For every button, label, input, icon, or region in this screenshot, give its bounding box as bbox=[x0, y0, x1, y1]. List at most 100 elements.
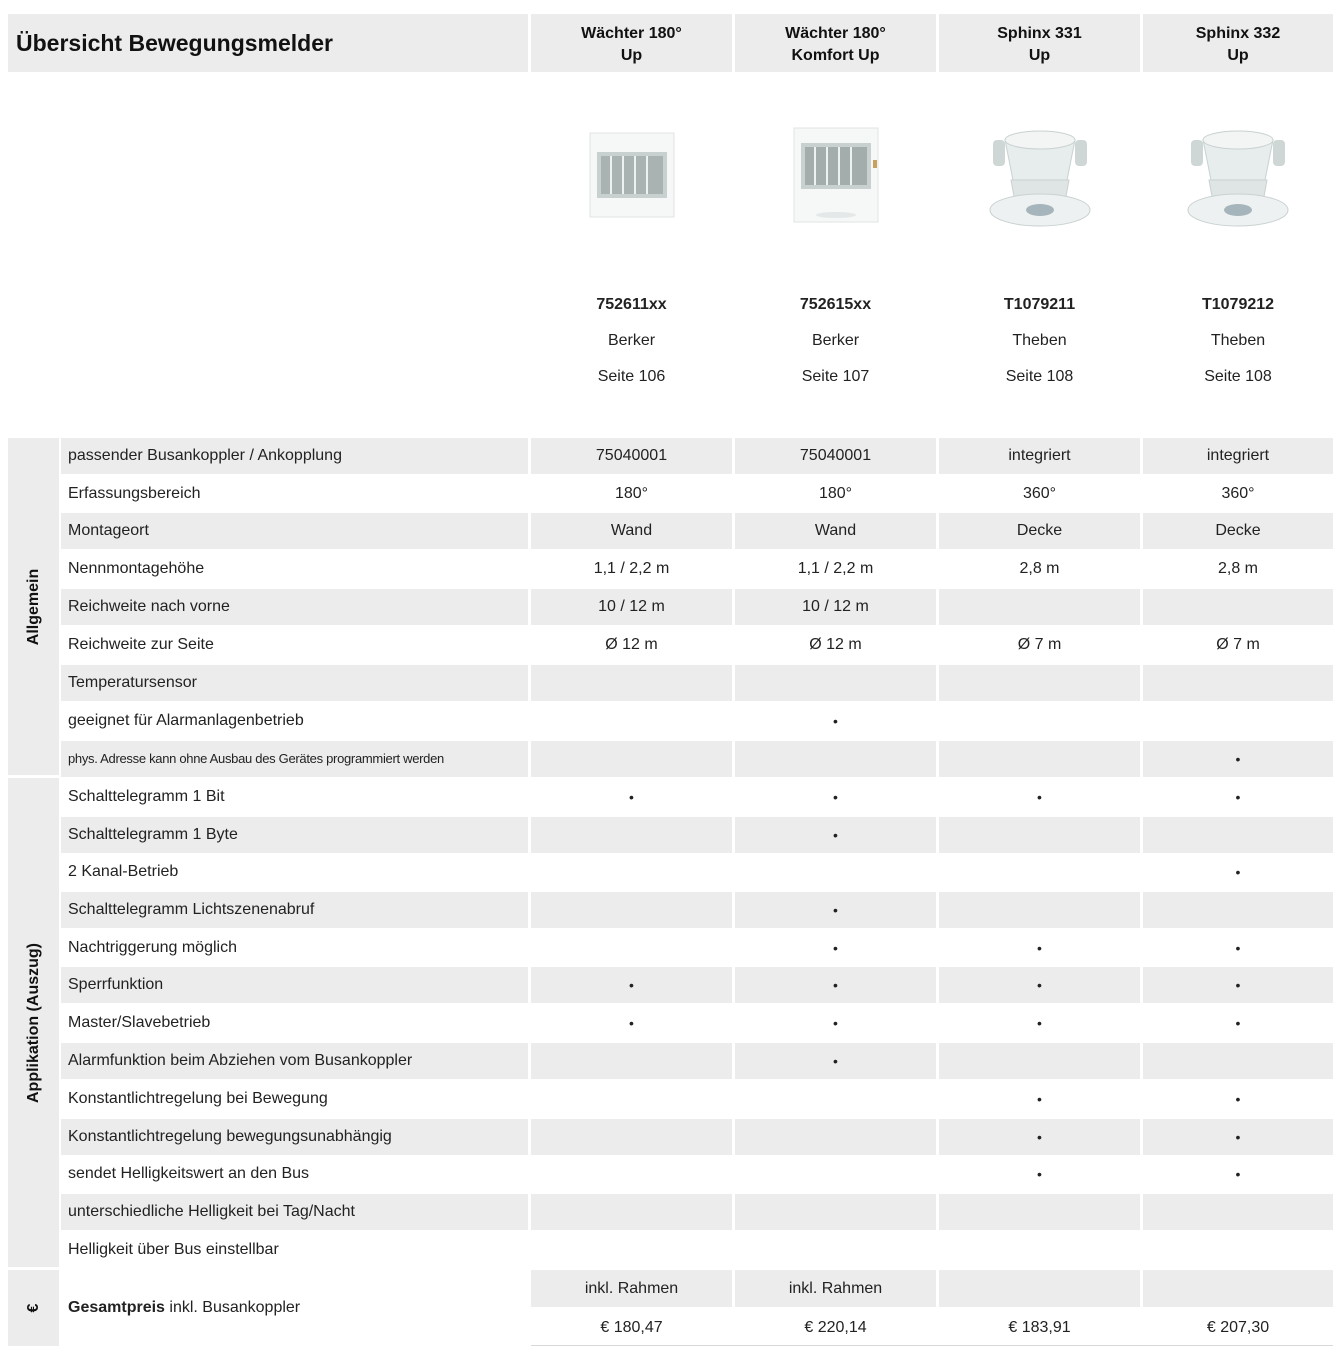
table-row: 2 Kanal-Betrieb • bbox=[61, 854, 1333, 890]
row-label: unterschiedliche Helligkeit bei Tag/Nach… bbox=[61, 1194, 528, 1230]
table-row: Nachtriggerung möglich • • • bbox=[61, 930, 1333, 966]
page-title: Übersicht Bewegungsmelder bbox=[16, 30, 333, 56]
row-value: 1,1 / 2,2 m bbox=[797, 560, 874, 577]
row-value bbox=[1143, 817, 1333, 853]
row-value bbox=[531, 1119, 732, 1155]
row-value bbox=[1143, 665, 1333, 701]
table-row: Schalttelegramm Lichtszenenabruf • bbox=[61, 892, 1333, 928]
row-value bbox=[939, 1043, 1140, 1079]
column-header-2: Wächter 180° Komfort Up bbox=[735, 14, 936, 72]
table-row: Erfassungsbereich 180° 180° 360° 360° bbox=[61, 476, 1333, 512]
row-value: 180° bbox=[818, 485, 853, 502]
row-value bbox=[939, 741, 1140, 777]
row-value bbox=[939, 665, 1140, 701]
product-name-line1: Wächter 180° bbox=[581, 25, 682, 42]
row-value bbox=[735, 854, 936, 890]
row-value: Ø 7 m bbox=[1017, 636, 1062, 653]
row-value bbox=[1143, 703, 1333, 739]
bullet-icon: • bbox=[1235, 1091, 1241, 1107]
row-label: Alarmfunktion beim Abziehen vom Busankop… bbox=[61, 1043, 528, 1079]
brand: Berker bbox=[811, 332, 860, 349]
catalog-page: Seite 107 bbox=[801, 368, 870, 385]
bullet-icon: • bbox=[833, 940, 838, 956]
product-info-1: 752611xx Berker Seite 106 bbox=[531, 296, 732, 386]
bullet-icon: • bbox=[1037, 1091, 1042, 1107]
row-value bbox=[735, 1081, 936, 1117]
row-label: Sperrfunktion bbox=[61, 967, 528, 1003]
bullet-icon: • bbox=[1037, 940, 1042, 956]
row-value: integriert bbox=[939, 438, 1140, 474]
bullet-icon: • bbox=[1235, 1166, 1241, 1182]
table-row: Schalttelegramm 1 Bit • • • • bbox=[61, 779, 1333, 815]
row-value bbox=[1143, 1194, 1333, 1230]
row-label: Montageort bbox=[61, 513, 528, 549]
section-label: Applikation (Auszug) bbox=[24, 942, 42, 1103]
table-row: unterschiedliche Helligkeit bei Tag/Nach… bbox=[61, 1194, 1333, 1230]
row-value bbox=[735, 1156, 936, 1192]
row-value bbox=[531, 665, 732, 701]
row-value: 1,1 / 2,2 m bbox=[593, 560, 670, 577]
product-name-line2: Komfort Up bbox=[791, 47, 880, 64]
column-header-1: Wächter 180° Up bbox=[531, 14, 732, 72]
bullet-icon: • bbox=[1235, 1015, 1241, 1031]
bullet-icon: • bbox=[735, 892, 936, 928]
row-value bbox=[531, 1156, 732, 1192]
row-value bbox=[939, 1194, 1140, 1230]
row-value: Ø 7 m bbox=[1216, 636, 1260, 653]
bullet-icon: • bbox=[629, 789, 634, 805]
bullet-icon: • bbox=[735, 817, 936, 853]
section-label: Allgemein bbox=[24, 568, 42, 645]
product-name-line2: Up bbox=[620, 47, 643, 64]
row-value: Decke bbox=[939, 513, 1140, 549]
row-value bbox=[1143, 589, 1333, 625]
row-value bbox=[735, 1232, 936, 1268]
row-value bbox=[531, 1081, 732, 1117]
bullet-icon: • bbox=[531, 967, 732, 1003]
row-label: Schalttelegramm Lichtszenenabruf bbox=[61, 892, 528, 928]
table-row: Helligkeit über Bus einstellbar bbox=[61, 1232, 1333, 1268]
column-header-3: Sphinx 331 Up bbox=[939, 14, 1140, 72]
row-value: Decke bbox=[1143, 513, 1333, 549]
table-row: Temperatursensor bbox=[61, 665, 1333, 701]
row-value bbox=[939, 589, 1140, 625]
row-value bbox=[735, 741, 936, 777]
bullet-icon: • bbox=[735, 967, 936, 1003]
section-allgemein: Allgemein bbox=[8, 438, 59, 775]
row-value bbox=[735, 1194, 936, 1230]
row-value: Wand bbox=[735, 513, 936, 549]
row-label: Schalttelegramm 1 Byte bbox=[61, 817, 528, 853]
row-value bbox=[531, 1194, 732, 1230]
row-value: 360° bbox=[1022, 485, 1057, 502]
section-applikation: Applikation (Auszug) bbox=[8, 778, 59, 1267]
price-label: Gesamtpreis inkl. Busankoppler bbox=[61, 1270, 528, 1346]
table-row: Schalttelegramm 1 Byte • bbox=[61, 817, 1333, 853]
row-value: 75040001 bbox=[531, 438, 732, 474]
product-image-sphinx-331 bbox=[939, 100, 1140, 250]
price-value: € 220,14 bbox=[804, 1319, 867, 1336]
table-row: Reichweite zur Seite Ø 12 m Ø 12 m Ø 7 m Ø 7… bbox=[61, 627, 1333, 663]
row-value: 2,8 m bbox=[1019, 560, 1060, 577]
row-label: Konstantlichtregelung bewegungsunabhängi… bbox=[61, 1119, 528, 1155]
bullet-icon: • bbox=[735, 1043, 936, 1079]
row-value bbox=[939, 854, 1140, 890]
row-value bbox=[1143, 892, 1333, 928]
bullet-icon: • bbox=[1143, 1119, 1333, 1155]
product-image-waechter bbox=[531, 100, 732, 250]
row-value bbox=[939, 892, 1140, 928]
bullet-icon: • bbox=[1143, 967, 1333, 1003]
row-label: Reichweite nach vorne bbox=[61, 589, 528, 625]
article-number: 752615xx bbox=[799, 296, 872, 313]
article-number: T1079211 bbox=[1003, 296, 1076, 313]
product-name-line2: Up bbox=[1028, 47, 1051, 64]
product-info-4: T1079212 Theben Seite 108 bbox=[1143, 296, 1333, 386]
row-value: Ø 12 m bbox=[809, 636, 862, 653]
bullet-icon: • bbox=[833, 713, 838, 729]
row-label: phys. Adresse kann ohne Ausbau des Gerät… bbox=[61, 741, 528, 777]
bullet-icon: • bbox=[629, 1015, 634, 1031]
row-value bbox=[531, 892, 732, 928]
catalog-page: Seite 106 bbox=[597, 368, 666, 385]
bullet-icon: • bbox=[1235, 864, 1241, 880]
table-row: phys. Adresse kann ohne Ausbau des Gerät… bbox=[61, 741, 1333, 777]
row-value bbox=[939, 817, 1140, 853]
row-value: 360° bbox=[1221, 485, 1255, 502]
